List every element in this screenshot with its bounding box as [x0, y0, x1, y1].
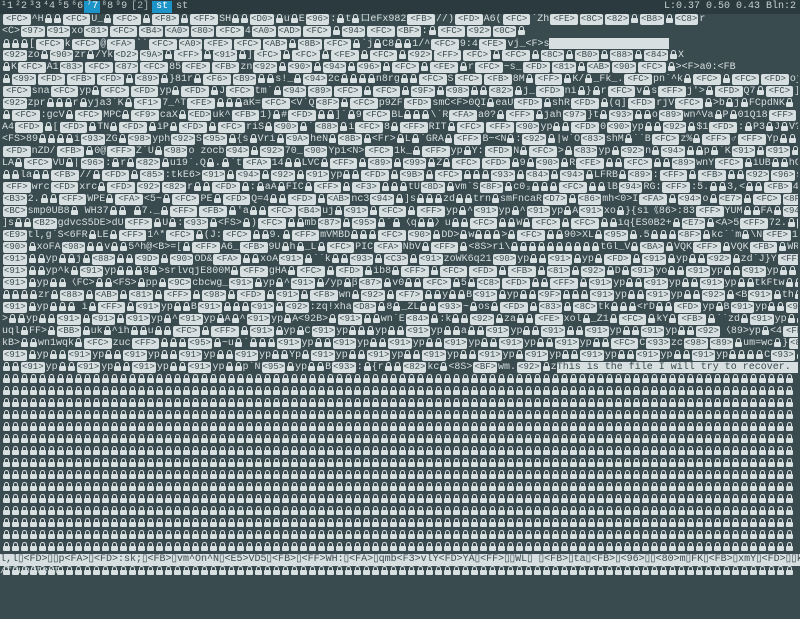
padding-row — [2, 530, 798, 542]
desktop-8[interactable]: ⁸8 — [100, 1, 114, 13]
hex-line: <91>yp^k<91>yp8>srlvqjE800M<FF>gHA<FC><F… — [2, 266, 798, 278]
padding-row — [2, 482, 798, 494]
hex-line: <BC>smp0UB8¯WH37 7._<FF><FB>'a<FC><B4>uj… — [2, 206, 798, 218]
padding-row — [2, 398, 798, 410]
hex-line: <C><97><91>xo<81><FC><B4><A0><80><FC>4<A… — [2, 26, 798, 38]
desktop-1[interactable]: ¹1 — [0, 1, 14, 13]
hex-line: uqlFF><BB>uk^ihu<FC><FF><91>ypC<91>ypyp<… — [2, 326, 798, 338]
hex-line: la<FB>//<FD><85>:tkE6><91><94><92><91>yp… — [2, 170, 798, 182]
desktop-3[interactable]: ³3 — [28, 1, 42, 13]
padding-row — [2, 446, 798, 458]
search-match: This is the file I will try to recover. — [557, 362, 798, 373]
padding-row — [2, 434, 798, 446]
hex-line: A4<FD>[<FD>TN<FD>iP<FD><FC>riS<90>`<88>i… — [2, 122, 798, 134]
padding-row — [2, 506, 798, 518]
padding-row — [2, 494, 798, 506]
padding-row — [2, 458, 798, 470]
desktop-9[interactable]: ⁹9 — [114, 1, 128, 13]
hex-line: <91>yp〈FC><FS>pp<9C>cbcwg_<91>yp^<91>/yp… — [2, 278, 798, 290]
desktop-6[interactable]: ⁶6 — [70, 1, 84, 13]
menu-bar: ¹1 ²2 ³3 ⁴4 ⁵5 ⁶6 ⁷7 ⁸8 ⁹9 [2] st st L:0… — [0, 0, 800, 14]
padding-row — [2, 518, 798, 530]
hex-line: LA<FC>VU|<96>:r<82>u19`.Q.`t<FA>14LVC<FF… — [2, 158, 798, 170]
desktop-2[interactable]: ²2 — [14, 1, 28, 13]
hex-line: <B3>2.<FF>WPE<FA><5~<FC>PE<FD>Q=4<FD><AB… — [2, 194, 798, 206]
hex-line: <91>ypj<88><9D><90>OD&<FA>xoA<91>``k<93>… — [2, 254, 798, 266]
hex-line: <92>zprryja3`K<F1>7_^T<FE>aK=<FC><V`Q<8F… — [2, 98, 798, 110]
command-line[interactable]: /foundtext — [0, 566, 800, 578]
padding-row — [2, 410, 798, 422]
hex-line: <91>yp<91>yp<91>yp<91>ypp`N<95>ypB<93>:{… — [2, 362, 798, 374]
hex-line: <FC>:gcV<FC>MPC<F9>caX<ED>uk^<FB>1)#<FD>… — [2, 110, 798, 122]
desktop-4[interactable]: ⁴4 — [42, 1, 56, 13]
hex-line: K<FC>A1<83><FC><87><FC>85<FE><FB>zn<92><… — [2, 62, 798, 74]
padding-row — [2, 374, 798, 386]
hex-line: <FS>89i<93>ZG<98>yph<92>S<95>{sVri<9A>he… — [2, 134, 798, 146]
hex-line: <90>xoFA<98>v5^h@<B>=[<FF>A6_<FB>9Uh_L<F… — [2, 242, 798, 254]
hex-line: <91>yp i<FF><91>ypB<91><91><92>:zq!xha<D… — [2, 302, 798, 314]
window-tab-1[interactable]: st — [152, 1, 172, 13]
desktop-5[interactable]: ⁵5 — [56, 1, 70, 13]
hex-line: [<FC>k<FC>@<FA>``<FC><A0><FE><FC><AB><8B… — [2, 38, 798, 50]
hex-line: ]s<B2>gdvcS5DE>dU<FF>U:<93><FS>)<FC>mb<8… — [2, 218, 798, 230]
hex-line: <FF>wrc<FD>xrc<FD><92><82>r<FD>:aAFIC<FF… — [2, 182, 798, 194]
hex-line: <FC>^H<FC>U_<FC><F8><FF>SH<D0>uE<96>:tロe… — [2, 14, 798, 26]
status-line: l,l▯<FD>▯▯p<FA>▯<FD>:sk;▯<FB>▯vm^On^N▯<E… — [0, 554, 800, 566]
padding-row — [2, 422, 798, 434]
hex-line: <E9>tl,g`S<6FRLE<FF>1^*<FC>(J:<FC>9.<FF>… — [2, 230, 798, 242]
system-status: L:0.37 0.50 0.43 Bln:2 — [664, 1, 800, 13]
hex-line: <92>zo<90>zr/Yk<D2><9A><FF><91>]<FC><FC>… — [2, 50, 798, 62]
hex-line: <FC>sna<FC>yp<FC><FD>yp<FD>J<FC>tm`<94><… — [2, 86, 798, 98]
desktop-7[interactable]: ⁷7 — [84, 1, 100, 13]
hex-line: <91>yp<91>yp<91>yp<91>yp<91>ypYp<91>yp<9… — [2, 350, 798, 362]
layout-tag[interactable]: [2] — [128, 1, 152, 13]
window-tab-2[interactable]: st — [172, 1, 192, 13]
hex-line: >yp<91><91><91>yp^<91>ypA^<91>ypA<92B><9… — [2, 314, 798, 326]
hex-line: zr<88><AB><81><FF><98><FD><91><F8>wn<92>… — [2, 290, 798, 302]
cursor — [549, 38, 669, 49]
terminal-content[interactable]: <FC>^H<FC>U_<FC><F8><FF>SH<D0>uE<96>:tロe… — [0, 14, 800, 578]
padding-row — [2, 386, 798, 398]
hex-line: <99><FD><FB><FD><89>}81r<F6><B9>s!_<94>2… — [2, 74, 798, 86]
hex-line: <FD>nZD/<FB>0@<FF>Z`U<98>o zocb<94><92>7… — [2, 146, 798, 158]
padding-row — [2, 470, 798, 482]
hex-line: kB>wn1wqk<FC>zuc<FF><95>~u`<91>yp<91>yp<… — [2, 338, 798, 350]
padding-row — [2, 542, 798, 554]
